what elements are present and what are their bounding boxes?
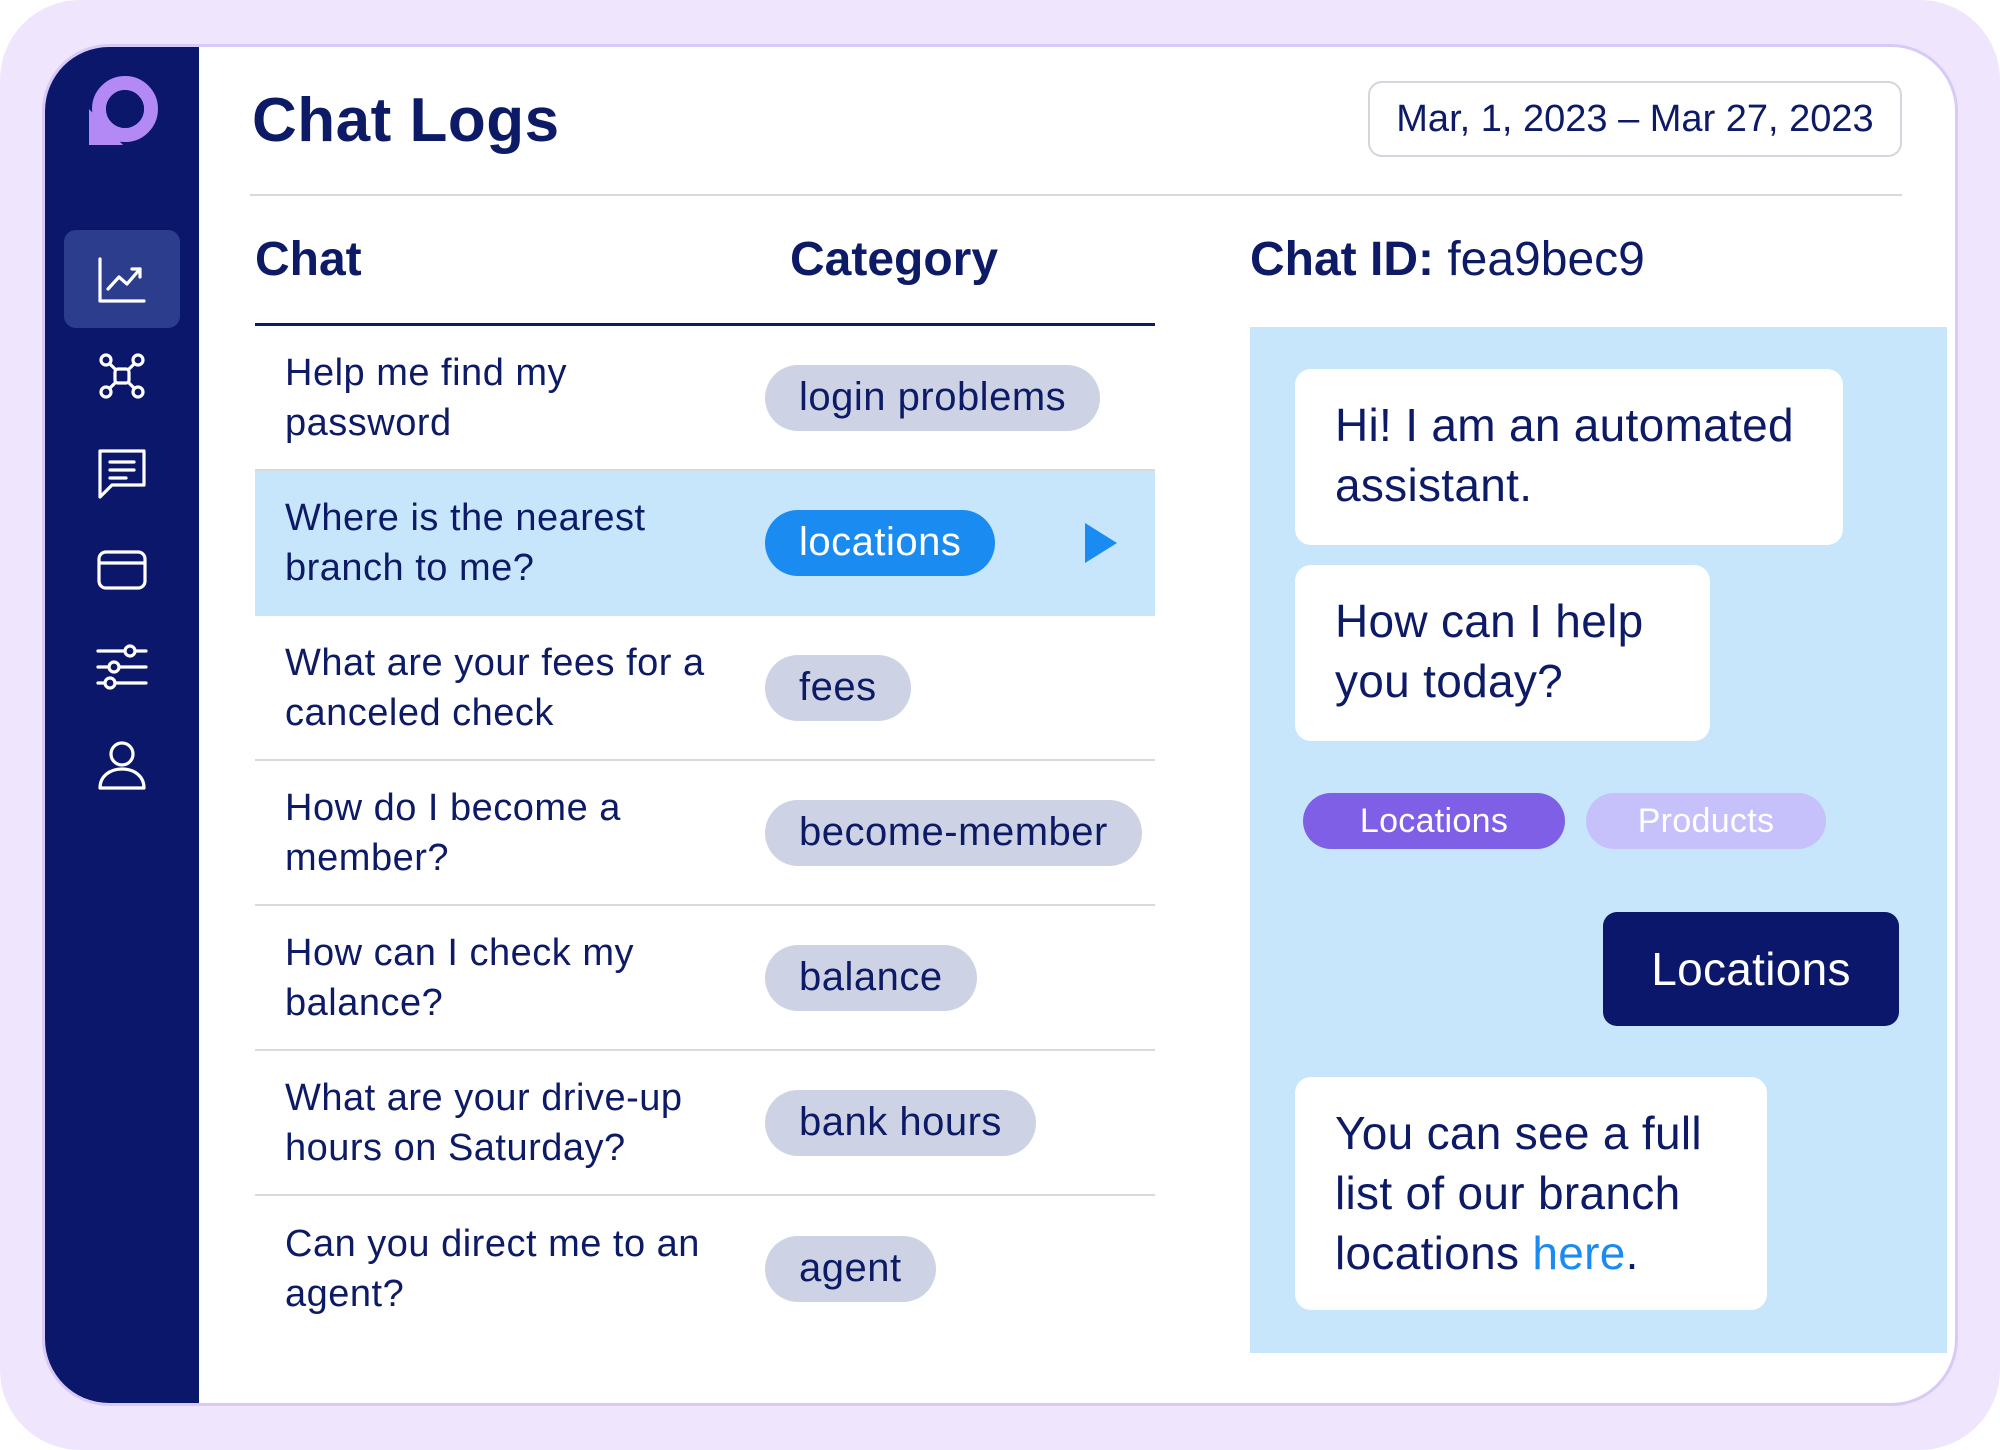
category-tag: bank hours xyxy=(765,1089,1036,1156)
device-frame: Chat Logs Mar, 1, 2023 – Mar 27, 2023 Ch… xyxy=(0,0,2000,1450)
table-row-selected[interactable]: Where is the nearest branch to me? locat… xyxy=(255,471,1155,616)
bot-message: How can I help you today? xyxy=(1295,565,1710,741)
nav-analytics[interactable] xyxy=(64,230,180,328)
sliders-icon xyxy=(96,644,148,690)
chat-preview: Help me find my password xyxy=(285,351,568,444)
chat-transcript-panel: Hi! I am an automated assistant. How can… xyxy=(1250,327,1947,1353)
chat-preview: Can you direct me to an agent? xyxy=(285,1222,700,1315)
table-row[interactable]: How can I check my balance? balance xyxy=(255,906,1155,1051)
category-tag-active: locations xyxy=(765,509,996,576)
category-tag: login problems xyxy=(765,364,1101,431)
column-header-chat: Chat xyxy=(255,233,362,286)
bot-message-text-end: . xyxy=(1625,1227,1639,1279)
bot-message: Hi! I am an automated assistant. xyxy=(1295,369,1843,545)
page-title: Chat Logs xyxy=(252,86,560,155)
chat-id-value: fea9bec9 xyxy=(1447,233,1645,286)
table-row[interactable]: What are your fees for a canceled check … xyxy=(255,616,1155,761)
message-icon xyxy=(98,449,146,499)
branch-locations-link[interactable]: here xyxy=(1532,1227,1625,1279)
chat-preview: How do I become a member? xyxy=(285,786,621,879)
bot-message-text: You can see a full list of our branch lo… xyxy=(1335,1107,1702,1279)
nav-messages[interactable] xyxy=(64,424,180,522)
table-row[interactable]: Help me find my password login problems xyxy=(255,326,1155,471)
nav-cards[interactable] xyxy=(64,521,180,619)
chat-bubble-logo-icon[interactable] xyxy=(85,75,159,149)
analytics-icon xyxy=(98,257,146,303)
user-icon xyxy=(98,741,146,790)
table-row[interactable]: How do I become a member? become-member xyxy=(255,761,1155,906)
header-divider xyxy=(250,194,1902,196)
category-tag: balance xyxy=(765,944,977,1011)
quick-reply-locations[interactable]: Locations xyxy=(1303,793,1565,849)
date-range-picker[interactable]: Mar, 1, 2023 – Mar 27, 2023 xyxy=(1368,81,1902,157)
sidebar xyxy=(45,47,199,1403)
card-icon xyxy=(97,550,147,590)
nav-network[interactable] xyxy=(64,327,180,425)
chat-preview: What are your drive-up hours on Saturday… xyxy=(285,1076,683,1169)
category-tag: agent xyxy=(765,1235,936,1302)
network-icon xyxy=(99,353,145,399)
chat-list: Help me find my password login problems … xyxy=(255,326,1155,1341)
chat-preview: How can I check my balance? xyxy=(285,931,634,1024)
category-tag: become-member xyxy=(765,799,1142,866)
column-header-category: Category xyxy=(790,233,999,286)
chat-id-heading: Chat ID: fea9bec9 xyxy=(1250,232,1645,287)
nav-settings[interactable] xyxy=(64,618,180,716)
table-row[interactable]: What are your drive-up hours on Saturday… xyxy=(255,1051,1155,1196)
quick-reply-products[interactable]: Products xyxy=(1586,793,1826,849)
user-message: Locations xyxy=(1603,912,1899,1026)
chat-preview: What are your fees for a canceled check xyxy=(285,641,705,734)
nav-profile[interactable] xyxy=(64,715,180,813)
play-arrow-icon xyxy=(1085,522,1117,563)
app-window: Chat Logs Mar, 1, 2023 – Mar 27, 2023 Ch… xyxy=(45,47,1955,1403)
chat-preview: Where is the nearest branch to me? xyxy=(285,496,646,589)
category-tag: fees xyxy=(765,654,911,721)
bot-message: You can see a full list of our branch lo… xyxy=(1295,1077,1767,1310)
table-row[interactable]: Can you direct me to an agent? agent xyxy=(255,1196,1155,1341)
chat-id-label: Chat ID: xyxy=(1250,233,1434,286)
